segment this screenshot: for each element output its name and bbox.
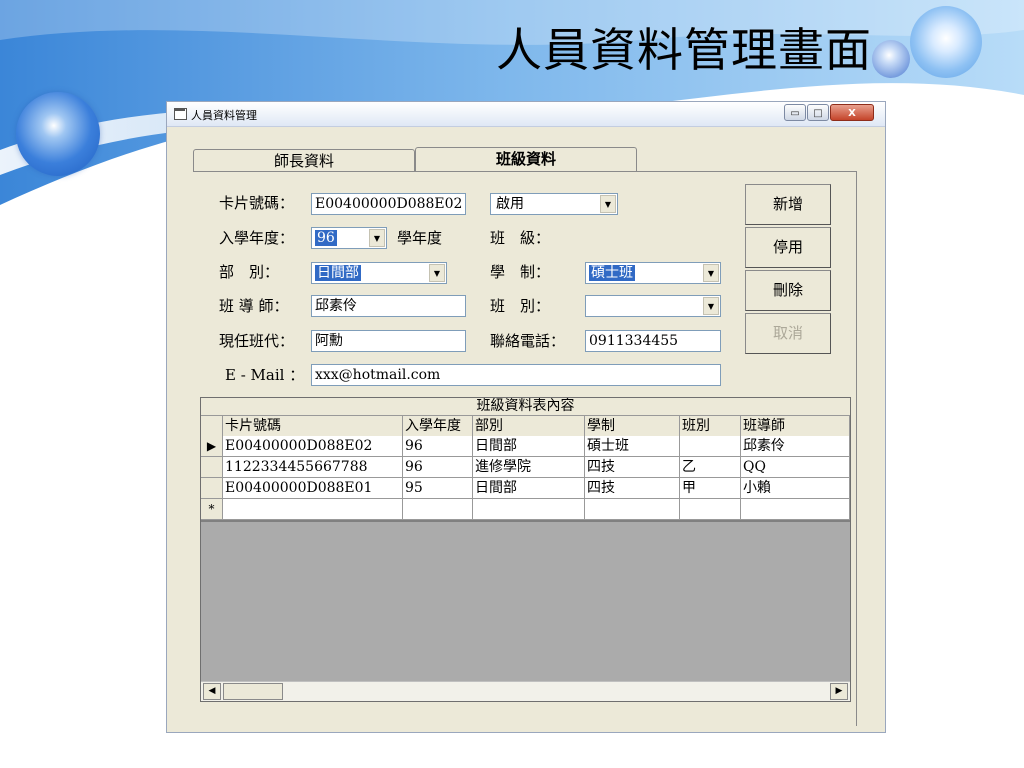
tab-class-data[interactable]: 班級資料 [415,147,637,172]
row-selector[interactable]: ▶ [201,436,223,457]
decor-orb-right-large [910,6,982,78]
status-value: 啟用 [496,196,524,212]
row-selector[interactable] [201,478,223,499]
table-row[interactable]: E00400000D088E01 95 日間部 四技 甲 小賴 [201,478,850,499]
maximize-button[interactable]: □ [807,104,829,121]
column-header[interactable]: 班導師 [741,416,850,437]
table-row[interactable]: 1122334455667788 96 進修學院 四技 乙 QQ [201,457,850,478]
table-row[interactable]: ▶ E00400000D088E02 96 日間部 碩士班 邱素伶 [201,436,850,457]
table-cell[interactable]: 碩士班 [585,436,680,457]
table-cell[interactable] [680,436,741,457]
section-label: 班 別： [490,297,551,315]
chevron-down-icon[interactable]: ▼ [703,297,719,315]
enroll-year-select[interactable]: 96 ▼ [311,227,387,249]
row-selector-header [201,416,223,437]
chevron-down-icon[interactable]: ▼ [600,195,616,213]
grid-header-row: 卡片號碼 入學年度 部別 學制 班別 班導師 [201,416,850,437]
column-header[interactable]: 班別 [680,416,741,437]
disable-button[interactable]: 停用 [745,227,831,268]
table-cell[interactable] [223,499,403,520]
column-header[interactable]: 學制 [585,416,680,437]
table-cell[interactable]: 96 [403,436,473,457]
table-cell[interactable]: QQ [741,457,850,478]
card-no-label: 卡片號碼： [219,194,295,212]
decor-orb-right-small [872,40,910,78]
table-cell[interactable] [680,499,741,520]
scroll-left-icon[interactable]: ◀ [203,683,221,700]
enroll-year-value: 96 [315,230,337,246]
window-titlebar[interactable]: 人員資料管理 ▭ □ X [167,102,885,127]
status-select[interactable]: 啟用 ▼ [490,193,618,215]
table-cell[interactable] [585,499,680,520]
section-value [589,297,593,313]
add-button[interactable]: 新增 [745,184,831,225]
grid-caption: 班級資料表內容 [201,398,850,416]
slide-title: 人員資料管理畫面 [496,23,872,77]
enroll-year-label: 入學年度： [219,229,295,247]
column-header[interactable]: 部別 [473,416,585,437]
dept-value: 日間部 [315,265,361,281]
system-label: 學 制： [490,263,551,281]
window-title: 人員資料管理 [191,109,257,122]
table-cell[interactable]: 日間部 [473,436,585,457]
class-label: 班 級： [490,229,551,247]
class-leader-field[interactable]: 阿勳 [311,330,466,352]
column-header[interactable]: 入學年度 [403,416,473,437]
scroll-right-icon[interactable]: ▶ [830,683,848,700]
table-cell[interactable]: 進修學院 [473,457,585,478]
table-cell[interactable]: 乙 [680,457,741,478]
table-cell[interactable]: 四技 [585,457,680,478]
minimize-button[interactable]: ▭ [784,104,806,121]
column-header[interactable]: 卡片號碼 [223,416,403,437]
table-row-new[interactable]: * [201,499,850,520]
system-select[interactable]: 碩士班 ▼ [585,262,721,284]
table-cell[interactable]: 甲 [680,478,741,499]
table-cell[interactable]: E00400000D088E02 [223,436,403,457]
chevron-down-icon[interactable]: ▼ [703,264,719,282]
cancel-button[interactable]: 取消 [745,313,831,354]
table-cell[interactable]: 96 [403,457,473,478]
decor-orb-left [16,92,100,176]
table-cell[interactable] [403,499,473,520]
chevron-down-icon[interactable]: ▼ [429,264,445,282]
table-cell[interactable]: 1122334455667788 [223,457,403,478]
delete-button[interactable]: 刪除 [745,270,831,311]
system-value: 碩士班 [589,265,635,281]
dept-label: 部 別： [219,263,280,281]
table-cell[interactable] [741,499,850,520]
grid-empty-area [201,522,850,682]
tutor-label: 班 導 師： [219,297,289,315]
app-window: 人員資料管理 ▭ □ X 師長資料 班級資料 卡片號碼： E00400000D0… [166,101,886,733]
card-no-field[interactable]: E00400000D088E02 [311,193,466,215]
table-cell[interactable]: 小賴 [741,478,850,499]
email-label: E - Mail ： [225,366,305,384]
dept-select[interactable]: 日間部 ▼ [311,262,447,284]
tutor-field[interactable]: 邱素伶 [311,295,466,317]
table-cell[interactable]: 95 [403,478,473,499]
table-cell[interactable]: 日間部 [473,478,585,499]
scrollbar-thumb[interactable] [223,683,283,700]
row-selector[interactable] [201,457,223,478]
window-icon [174,108,187,120]
close-button[interactable]: X [830,104,874,121]
table-cell[interactable] [473,499,585,520]
class-data-grid: 班級資料表內容 卡片號碼 入學年度 部別 學制 班別 班導師 ▶ E004000… [200,397,851,702]
phone-field[interactable]: 0911334455 [585,330,721,352]
horizontal-scrollbar[interactable]: ◀ ▶ [201,681,850,701]
year-suffix-label: 學年度 [397,229,443,247]
chevron-down-icon[interactable]: ▼ [369,229,385,247]
table-cell[interactable]: 邱素伶 [741,436,850,457]
class-leader-label: 現任班代： [219,332,295,350]
table-cell[interactable]: 四技 [585,478,680,499]
new-row-marker[interactable]: * [201,499,223,520]
phone-label: 聯絡電話： [490,332,566,350]
table-cell[interactable]: E00400000D088E01 [223,478,403,499]
section-select[interactable]: ▼ [585,295,721,317]
email-field[interactable]: xxx@hotmail.com [311,364,721,386]
tab-staff-data[interactable]: 師長資料 [193,149,415,172]
